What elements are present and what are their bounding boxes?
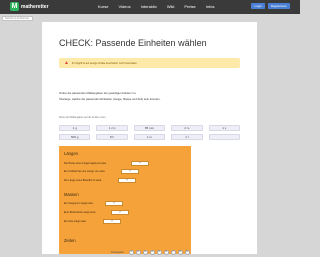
row-label: Eine Brotscheibe wiegt etwa: [64, 211, 96, 214]
register-button[interactable]: Registrieren: [267, 3, 290, 9]
unit-option[interactable]: 1 g: [59, 125, 91, 131]
main-nav: Kurse Videos Interaktiv Wiki Preise Info…: [98, 4, 214, 9]
login-button[interactable]: Login: [251, 3, 265, 9]
pager-page[interactable]: 5: [156, 250, 162, 255]
nav-item-preise[interactable]: Preise: [184, 4, 195, 9]
exercise-card: CHECK: Passende Einheiten wählen ▲ Ihr Z…: [42, 22, 257, 254]
nav-item-videos[interactable]: Videos: [118, 4, 130, 9]
warning-icon: ▲: [64, 59, 69, 66]
access-warning-banner: ▲ Ihr Zugriff ist auf wenige Inhalte bes…: [59, 58, 240, 68]
page-title: CHECK: Passende Einheiten wählen: [59, 38, 207, 48]
warning-text[interactable]: Ihr Zugriff ist auf wenige Inhalte besch…: [72, 62, 138, 65]
unit-option[interactable]: 2 m: [171, 125, 203, 131]
search-placeholder: Suchen (Lernthema): [5, 17, 29, 20]
unit-option[interactable]: 1 t: [171, 134, 203, 140]
row-label: Die Länge eines Bleistifts ist etwa: [64, 179, 102, 182]
row-label: Ein Fußball hat eine Länge von etwa: [64, 170, 105, 173]
unit-option[interactable]: 1 m: [133, 134, 166, 140]
pager-page[interactable]: 4: [149, 250, 155, 255]
instruction-line-1: Ordne die passenden Maßangaben den jewei…: [59, 91, 137, 95]
pager-page[interactable]: 1: [128, 250, 134, 255]
unit-option[interactable]: [208, 134, 240, 140]
row-label: Ein Auto wiegt etwa: [64, 220, 86, 223]
section-title-zeiten: Zeiten: [64, 238, 76, 243]
nav-item-wiki[interactable]: Wiki: [167, 4, 175, 9]
drag-hint: Ziehe die Maßangaben auf die Felder unte…: [59, 116, 107, 119]
pager-page[interactable]: 2: [135, 250, 141, 255]
subtask-pager: Teilaufgabe: 1 2 3 4 5 6 7 8 9: [0, 248, 300, 257]
pager-page[interactable]: 9: [184, 250, 190, 255]
auth-buttons: Login Registrieren: [251, 3, 290, 9]
unit-option[interactable]: 85 mm: [133, 125, 166, 131]
section-title-massen: Massen: [64, 192, 79, 197]
unit-option[interactable]: 8 h: [96, 134, 128, 140]
site-logo[interactable]: M matheretter: [10, 2, 49, 11]
section-title-laengen: Längen: [64, 151, 78, 156]
drop-slot[interactable]: ?: [131, 161, 149, 166]
unit-option[interactable]: 1 cm: [96, 125, 128, 131]
pager-page[interactable]: 6: [163, 250, 169, 255]
nav-item-interaktiv[interactable]: Interaktiv: [141, 4, 157, 9]
instruction-line-2: Überlege, welche die passenden Einheiten…: [59, 97, 161, 101]
row-label: Die Breite eines Fingernagels ist etwa: [64, 162, 106, 165]
pager-page[interactable]: 3: [142, 250, 148, 255]
row-label: Ein Kaugummi wiegt etwa: [64, 202, 93, 205]
drop-slot[interactable]: ?: [111, 210, 129, 215]
pager-page[interactable]: 8: [177, 250, 183, 255]
nav-item-infos[interactable]: Infos: [206, 4, 215, 9]
drop-slot[interactable]: ?: [121, 169, 139, 174]
logo-mark-icon: M: [10, 2, 19, 11]
search-input[interactable]: Suchen (Lernthema): [2, 16, 33, 21]
pager-label: Teilaufgabe:: [110, 251, 125, 254]
drop-slot[interactable]: ?: [105, 201, 123, 206]
unit-options-grid: 1 g 1 cm 85 mm 2 m 1 s 500 g 8 h 1 m 1 t: [59, 125, 240, 140]
logo-text: matheretter: [21, 3, 49, 10]
pager-page[interactable]: 7: [170, 250, 176, 255]
drop-slot[interactable]: ?: [118, 178, 136, 183]
nav-item-kurse[interactable]: Kurse: [98, 4, 108, 9]
assignment-panel: Längen Die Breite eines Fingernagels ist…: [59, 146, 191, 254]
unit-option[interactable]: 1 s: [208, 125, 240, 131]
drop-slot[interactable]: ?: [103, 219, 121, 224]
unit-option[interactable]: 500 g: [59, 134, 91, 140]
top-navigation-bar: M matheretter Kurse Videos Interaktiv Wi…: [0, 0, 300, 14]
